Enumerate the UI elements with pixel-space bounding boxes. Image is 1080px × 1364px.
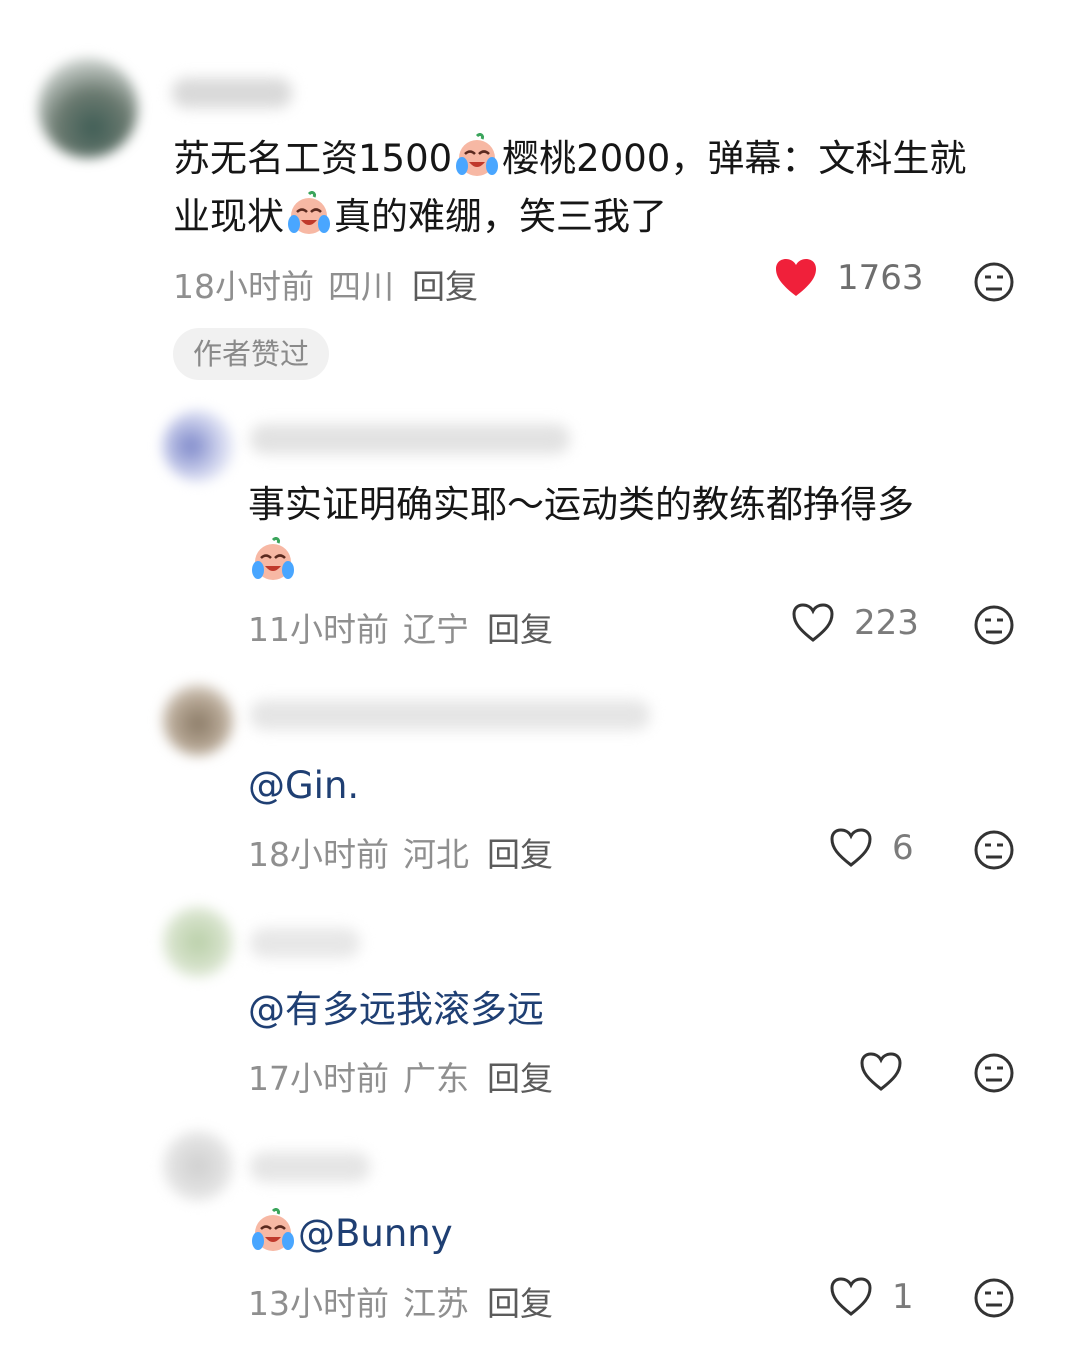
comment-text: @Bunny [248,1205,453,1263]
heart-icon [860,1052,902,1091]
avatar[interactable] [38,58,138,158]
comment-time: 17小时前 [248,1059,389,1098]
username[interactable] [250,1152,370,1182]
like-button[interactable]: 223 [792,603,919,643]
heart-icon [830,1277,872,1316]
neutral-face-icon[interactable] [973,1052,1015,1094]
avatar[interactable] [162,410,234,482]
reply-button[interactable]: 回复 [487,610,553,649]
username[interactable] [250,928,360,958]
like-count: 223 [854,603,919,643]
like-button[interactable] [860,1052,922,1092]
neutral-face-icon[interactable] [973,829,1015,871]
avatar[interactable] [162,684,234,756]
mention-link[interactable]: @有多远我滚多远 [248,981,544,1039]
reply-button[interactable]: 回复 [487,1284,553,1323]
neutral-face-icon[interactable] [973,604,1015,646]
like-button[interactable]: 1763 [775,258,924,298]
comment-region: 四川 [328,267,394,306]
username[interactable] [250,424,570,454]
heart-icon [776,259,816,296]
comment-text-part: 业现状 [173,195,284,238]
mention-link[interactable]: @Bunny [298,1212,453,1255]
like-button[interactable]: 1 [830,1277,914,1317]
avatar[interactable] [162,1130,234,1202]
like-button[interactable]: 6 [830,828,914,868]
comment-text-part: 樱桃2000，弹幕：文科生就 [502,137,967,180]
comment-time: 18小时前 [173,267,314,306]
neutral-face-icon[interactable] [973,1277,1015,1319]
comment-region: 广东 [403,1059,469,1098]
like-count: 6 [892,828,914,868]
comment-meta: 18小时前 河北 回复 [248,828,567,876]
comment-region: 河北 [403,835,469,874]
comment-text-part: 苏无名工资1500 [173,137,453,180]
reply-button[interactable]: 回复 [412,267,478,306]
crying-laugh-emoji-icon [286,191,332,237]
comment-text: 事实证明确实耶～运动类的教练都挣得多 [248,476,1048,592]
like-count: 1763 [837,258,924,298]
comment-time: 18小时前 [248,835,389,874]
comment-region: 江苏 [403,1284,469,1323]
heart-icon [830,828,872,867]
crying-laugh-emoji-icon [250,1208,296,1254]
comment-time: 13小时前 [248,1284,389,1323]
crying-laugh-emoji-icon [454,133,500,179]
avatar[interactable] [162,906,234,978]
like-count: 1 [892,1277,914,1317]
comment-meta: 13小时前 江苏 回复 [248,1277,567,1325]
reply-button[interactable]: 回复 [487,1059,553,1098]
comment-meta: 18小时前 四川 回复 [173,260,492,308]
neutral-face-icon[interactable] [973,261,1015,303]
crying-laugh-emoji-icon [250,537,296,583]
comment-time: 11小时前 [248,610,389,649]
username[interactable] [172,78,292,108]
author-liked-badge: 作者赞过 [173,328,330,380]
comment-region: 辽宁 [403,610,469,649]
comment-text-part: 真的难绷，笑三我了 [334,195,667,238]
comment-meta: 11小时前 辽宁 回复 [248,603,567,651]
username[interactable] [250,700,650,730]
comment-text: 苏无名工资1500 樱桃2000，弹幕：文科生就 业现状 真的难绷，笑三我了 [173,130,1053,246]
heart-icon [792,603,834,642]
mention-link[interactable]: @Gin. [248,757,359,815]
comment-text-part: 事实证明确实耶～运动类的教练都挣得多 [248,483,914,526]
comment-meta: 17小时前 广东 回复 [248,1052,567,1100]
reply-button[interactable]: 回复 [487,835,553,874]
